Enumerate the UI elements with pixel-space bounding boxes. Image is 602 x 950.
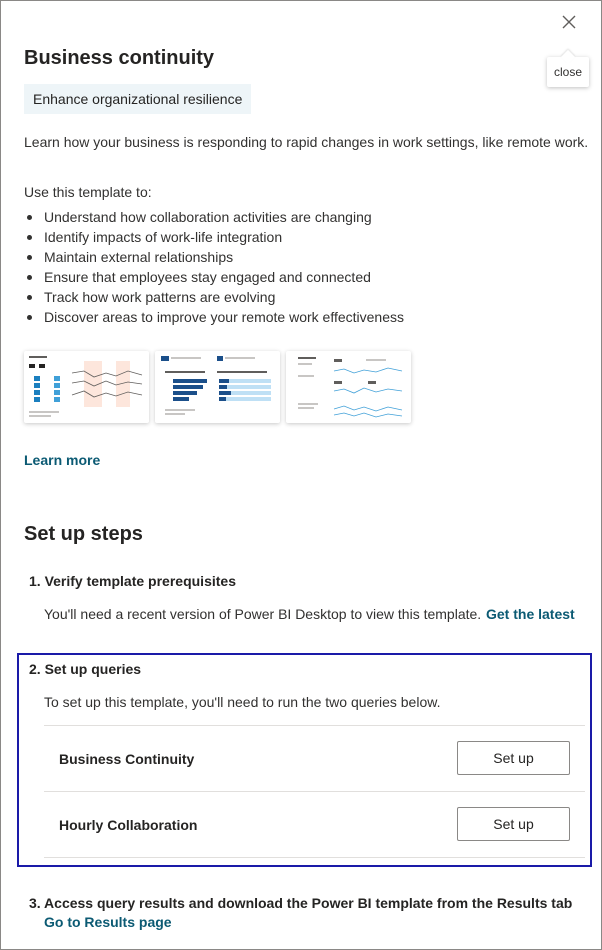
step2-text: To set up this template, you'll need to …: [44, 694, 441, 710]
query-name-business-continuity: Business Continuity: [59, 751, 195, 767]
preview-thumbnail-1[interactable]: [24, 351, 149, 423]
learn-more-link[interactable]: Learn more: [24, 452, 100, 468]
page-title: Business continuity: [24, 47, 215, 69]
thumbnail-3-image: [298, 357, 403, 418]
divider: [44, 857, 585, 858]
get-latest-link[interactable]: Get the latest: [486, 606, 575, 622]
list-item: Ensure that employees stay engaged and c…: [24, 267, 404, 287]
setup-business-continuity-button[interactable]: Set up: [457, 741, 570, 775]
divider: [44, 791, 585, 792]
step1-text: You'll need a recent version of Power BI…: [44, 606, 482, 622]
step2-title: 2. Set up queries: [29, 661, 142, 677]
thumbnail-1-image: [29, 356, 143, 417]
step1-title: 1. Verify template prerequisites: [29, 573, 236, 589]
go-to-results-link[interactable]: Go to Results page: [44, 914, 172, 930]
preview-thumbnail-3[interactable]: [286, 351, 411, 423]
setup-steps-heading: Set up steps: [24, 523, 143, 545]
step3-title: 3. Access query results and download the…: [29, 895, 573, 911]
divider: [44, 725, 585, 726]
use-cases-list: Understand how collaboration activities …: [24, 207, 404, 327]
use-intro-text: Use this template to:: [24, 184, 152, 200]
close-tooltip: close: [547, 57, 589, 87]
list-item: Identify impacts of work-life integratio…: [24, 227, 404, 247]
preview-thumbnails: [24, 351, 411, 423]
preview-thumbnail-2[interactable]: [155, 351, 280, 423]
query-name-hourly-collaboration: Hourly Collaboration: [59, 817, 198, 833]
category-tag: Enhance organizational resilience: [24, 84, 252, 114]
list-item: Track how work patterns are evolving: [24, 287, 404, 307]
setup-hourly-collaboration-button[interactable]: Set up: [457, 807, 570, 841]
list-item: Discover areas to improve your remote wo…: [24, 307, 404, 327]
close-button[interactable]: [557, 10, 581, 34]
template-detail-panel: close Business continuity Enhance organi…: [0, 0, 602, 950]
list-item: Maintain external relationships: [24, 247, 404, 267]
template-description: Learn how your business is responding to…: [24, 134, 589, 150]
close-icon: [562, 15, 576, 29]
thumbnail-2-image: [161, 356, 271, 415]
list-item: Understand how collaboration activities …: [24, 207, 404, 227]
